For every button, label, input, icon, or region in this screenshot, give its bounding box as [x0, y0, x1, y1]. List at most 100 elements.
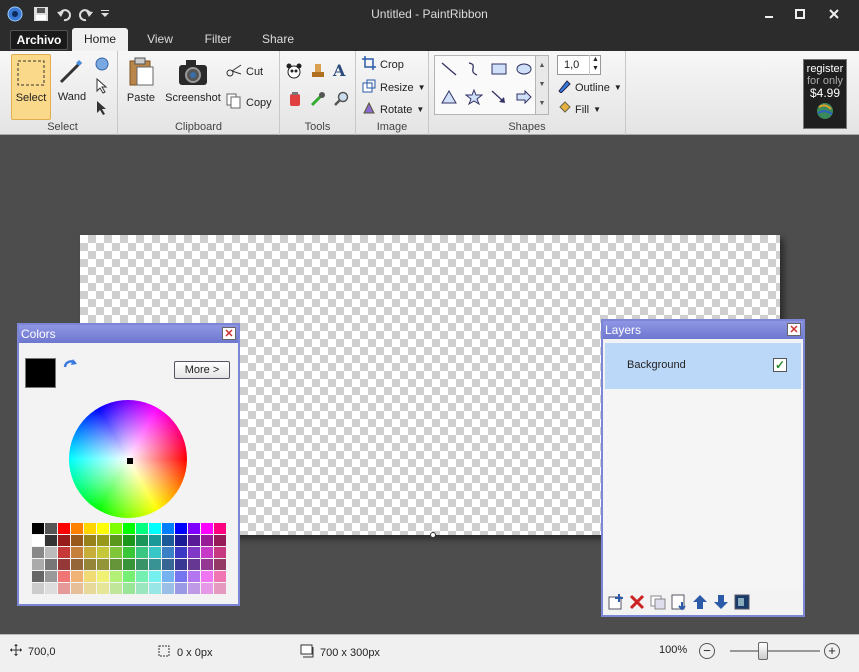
curve-shape-icon[interactable] — [465, 61, 483, 80]
panda-icon[interactable] — [286, 63, 302, 82]
palette-swatch[interactable] — [97, 583, 109, 594]
palette-swatch[interactable] — [110, 583, 122, 594]
block-arrow-shape-icon[interactable] — [515, 89, 533, 108]
palette-swatch[interactable] — [71, 535, 83, 546]
palette-swatch[interactable] — [188, 571, 200, 582]
crop-button[interactable]: Crop — [362, 56, 404, 73]
palette-swatch[interactable] — [188, 559, 200, 570]
palette-swatch[interactable] — [110, 547, 122, 558]
palette-swatch[interactable] — [188, 547, 200, 558]
palette-swatch[interactable] — [123, 583, 135, 594]
palette-swatch[interactable] — [175, 523, 187, 534]
move-pointer-icon[interactable] — [95, 100, 109, 119]
stamp-icon[interactable] — [310, 63, 326, 82]
palette-swatch[interactable] — [136, 583, 148, 594]
more-colors-button[interactable]: More > — [174, 361, 230, 379]
palette-swatch[interactable] — [97, 559, 109, 570]
duplicate-layer-icon[interactable] — [649, 593, 667, 615]
text-tool-icon[interactable]: A — [333, 61, 345, 80]
palette-swatch[interactable] — [214, 523, 226, 534]
move-layer-up-icon[interactable] — [691, 593, 709, 615]
palette-swatch[interactable] — [123, 523, 135, 534]
star-shape-icon[interactable] — [464, 88, 484, 108]
palette-swatch[interactable] — [58, 547, 70, 558]
palette-swatch[interactable] — [149, 523, 161, 534]
palette-swatch[interactable] — [110, 523, 122, 534]
layers-close-icon[interactable]: ✕ — [787, 323, 801, 336]
add-layer-icon[interactable] — [607, 593, 625, 615]
palette-swatch[interactable] — [188, 535, 200, 546]
palette-swatch[interactable] — [32, 523, 44, 534]
palette-swatch[interactable] — [84, 571, 96, 582]
screenshot-button[interactable]: Screenshot — [164, 57, 222, 104]
line-shape-icon[interactable] — [440, 61, 458, 80]
palette-swatch[interactable] — [58, 583, 70, 594]
palette-swatch[interactable] — [188, 583, 200, 594]
ellipse-select-icon[interactable] — [94, 56, 110, 75]
palette-swatch[interactable] — [97, 571, 109, 582]
close-button[interactable] — [821, 6, 847, 22]
palette-swatch[interactable] — [71, 547, 83, 558]
palette-swatch[interactable] — [97, 535, 109, 546]
ellipse-shape-icon[interactable] — [515, 61, 533, 80]
palette-swatch[interactable] — [136, 547, 148, 558]
palette-swatch[interactable] — [32, 547, 44, 558]
move-layer-down-icon[interactable] — [712, 593, 730, 615]
palette-swatch[interactable] — [175, 571, 187, 582]
palette-swatch[interactable] — [97, 523, 109, 534]
arrow-line-shape-icon[interactable] — [490, 89, 508, 108]
palette-swatch[interactable] — [149, 559, 161, 570]
select-button[interactable]: Select — [11, 54, 51, 120]
palette-swatch[interactable] — [201, 571, 213, 582]
cut-button[interactable]: Cut — [226, 63, 263, 80]
palette-swatch[interactable] — [45, 547, 57, 558]
palette-swatch[interactable] — [214, 583, 226, 594]
layer-visible-checkbox[interactable]: ✓ — [773, 358, 787, 372]
minimize-button[interactable] — [756, 6, 782, 22]
palette-swatch[interactable] — [58, 559, 70, 570]
magnifier-icon[interactable] — [333, 91, 349, 110]
palette-swatch[interactable] — [162, 535, 174, 546]
maximize-button[interactable] — [787, 6, 813, 22]
palette-swatch[interactable] — [123, 547, 135, 558]
copy-button[interactable]: Copy — [226, 93, 272, 112]
zoom-slider-track[interactable] — [730, 650, 820, 652]
outline-button[interactable]: Outline ▼ — [557, 79, 622, 96]
palette-swatch[interactable] — [110, 559, 122, 570]
bucket-icon[interactable] — [288, 91, 302, 110]
eyedropper-icon[interactable] — [310, 91, 326, 110]
palette-swatch[interactable] — [175, 535, 187, 546]
brush-width-stepper[interactable]: ▲ ▼ — [589, 55, 601, 75]
palette-swatch[interactable] — [84, 523, 96, 534]
layer-properties-icon[interactable] — [733, 593, 751, 615]
tab-filter[interactable]: Filter — [196, 28, 240, 52]
palette-swatch[interactable] — [136, 535, 148, 546]
zoom-out-button[interactable]: − — [699, 643, 715, 659]
palette-swatch[interactable] — [201, 535, 213, 546]
palette-swatch[interactable] — [97, 547, 109, 558]
palette-swatch[interactable] — [162, 523, 174, 534]
colors-close-icon[interactable]: ✕ — [222, 327, 236, 340]
palette-swatch[interactable] — [175, 583, 187, 594]
palette-swatch[interactable] — [162, 547, 174, 558]
palette-swatch[interactable] — [45, 523, 57, 534]
palette-swatch[interactable] — [71, 559, 83, 570]
palette-swatch[interactable] — [201, 523, 213, 534]
triangle-shape-icon[interactable] — [440, 89, 458, 108]
palette-swatch[interactable] — [162, 559, 174, 570]
layer-row-background[interactable]: Background ✓ — [605, 343, 801, 389]
zoom-slider-thumb[interactable] — [758, 642, 768, 660]
palette-swatch[interactable] — [201, 559, 213, 570]
palette-swatch[interactable] — [58, 571, 70, 582]
register-button[interactable]: register for only $4.99 — [803, 59, 847, 129]
shapes-gallery-scroll[interactable]: ▲ ▼ ▼ — [535, 55, 549, 115]
paste-button[interactable]: Paste — [124, 57, 158, 104]
palette-swatch[interactable] — [201, 583, 213, 594]
palette-swatch[interactable] — [84, 547, 96, 558]
palette-swatch[interactable] — [214, 547, 226, 558]
palette-swatch[interactable] — [45, 535, 57, 546]
palette-swatch[interactable] — [71, 523, 83, 534]
palette-swatch[interactable] — [188, 523, 200, 534]
resize-button[interactable]: Resize ▼ — [362, 79, 426, 96]
wand-button[interactable]: Wand — [54, 58, 90, 118]
